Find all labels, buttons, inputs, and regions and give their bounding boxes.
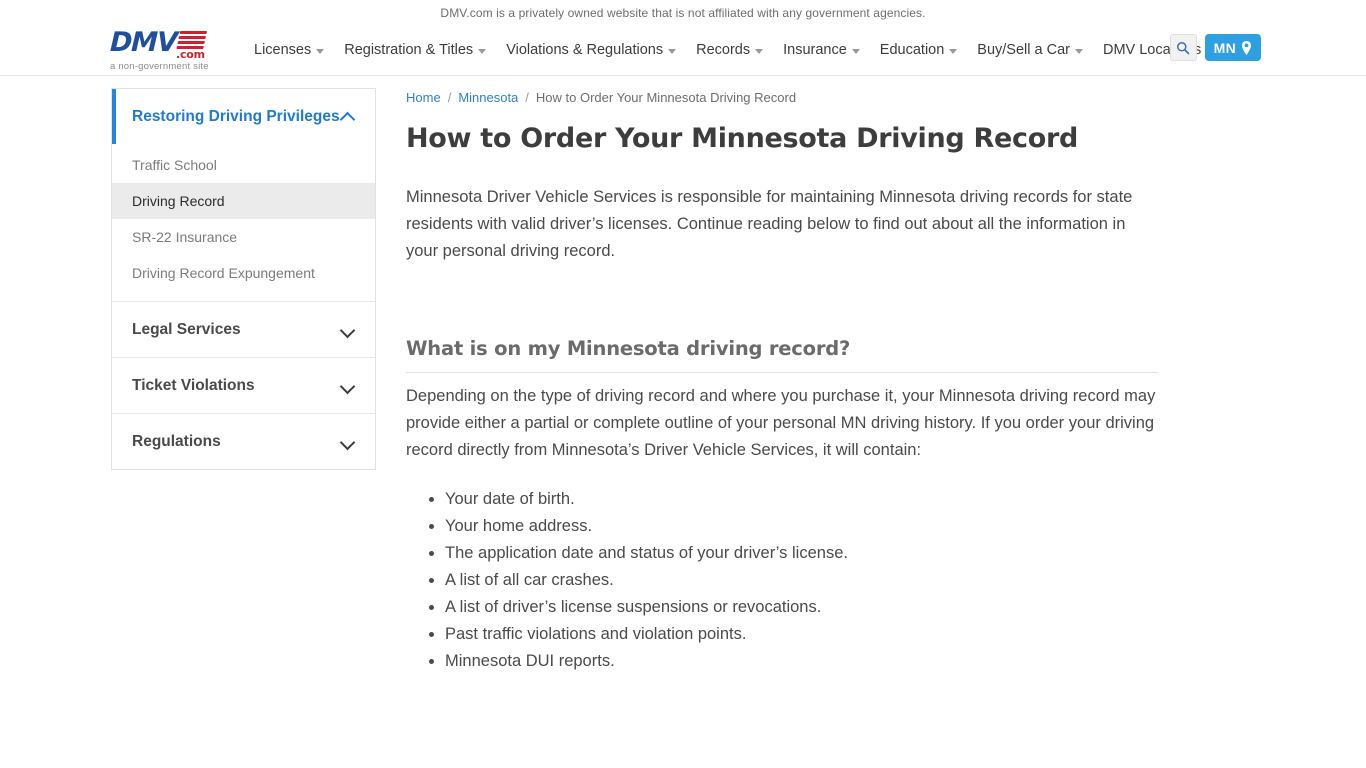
nav-item-records[interactable]: Records bbox=[686, 36, 773, 64]
nav-item-buy-sell-a-car[interactable]: Buy/Sell a Car bbox=[967, 36, 1093, 64]
list-item: Your date of birth. bbox=[445, 486, 1158, 513]
page-title: How to Order Your Minnesota Driving Reco… bbox=[406, 123, 1079, 154]
site-header: DMV .com a non-government site Licenses … bbox=[0, 25, 1366, 76]
disclaimer-bar: DMV.com is a privately owned website tha… bbox=[0, 0, 1366, 25]
sidebar-item-sr-22-insurance[interactable]: SR-22 Insurance bbox=[112, 219, 375, 255]
chevron-down-icon bbox=[1074, 48, 1083, 54]
nav-item-label: Registration & Titles bbox=[344, 42, 474, 58]
disclaimer-text: DMV.com is a privately owned website tha… bbox=[440, 5, 926, 20]
page-body: Restoring Driving Privileges Traffic Sch… bbox=[0, 76, 1366, 697]
chevron-down-icon bbox=[341, 323, 355, 337]
nav-item-label: Violations & Regulations bbox=[506, 42, 664, 58]
sidebar-section-header-regulations[interactable]: Regulations bbox=[112, 414, 375, 469]
nav-item-registration-titles[interactable]: Registration & Titles bbox=[334, 36, 496, 64]
sidebar-section-label: Restoring Driving Privileges bbox=[132, 107, 340, 125]
chevron-down-icon bbox=[478, 48, 487, 54]
section-paragraph: Depending on the type of driving record … bbox=[406, 387, 1156, 459]
breadcrumb-separator: / bbox=[447, 90, 452, 105]
chevron-down-icon bbox=[949, 48, 958, 54]
header-actions: MN bbox=[1169, 34, 1261, 61]
sidebar-section-header-ticket-violations[interactable]: Ticket Violations bbox=[112, 358, 375, 413]
sidebar-section-legal-services: Legal Services bbox=[112, 302, 375, 358]
sidebar-item-traffic-school[interactable]: Traffic School bbox=[112, 147, 375, 183]
search-button[interactable] bbox=[1169, 34, 1197, 61]
sidebar-section-label: Regulations bbox=[132, 432, 221, 450]
nav-item-violations-regulations[interactable]: Violations & Regulations bbox=[496, 36, 686, 64]
record-contents-list: Your date of birth. Your home address. T… bbox=[406, 486, 1158, 675]
main-content: Home / Minnesota / How to Order Your Min… bbox=[406, 88, 1158, 697]
dmv-logo[interactable]: DMV .com a non-government site bbox=[109, 27, 222, 73]
sidebar-section-label: Legal Services bbox=[132, 320, 241, 338]
nav-item-label: Licenses bbox=[254, 42, 312, 58]
sidebar-item-driving-record-expungement[interactable]: Driving Record Expungement bbox=[112, 255, 375, 291]
breadcrumb: Home / Minnesota / How to Order Your Min… bbox=[406, 90, 1158, 105]
logo-tagline: a non-government site bbox=[110, 61, 209, 72]
chevron-down-icon bbox=[668, 48, 677, 54]
breadcrumb-link-minnesota[interactable]: Minnesota bbox=[458, 90, 518, 105]
location-pin-icon bbox=[1241, 40, 1252, 55]
sidebar-nav: Restoring Driving Privileges Traffic Sch… bbox=[111, 88, 376, 470]
nav-item-insurance[interactable]: Insurance bbox=[773, 36, 870, 64]
sidebar-section-restoring-driving-privileges: Restoring Driving Privileges Traffic Sch… bbox=[112, 89, 375, 302]
main-nav: Licenses Registration & Titles Violation… bbox=[244, 36, 1211, 64]
logo-dotcom: .com bbox=[176, 48, 205, 61]
chevron-up-icon bbox=[341, 110, 355, 124]
nav-item-licenses[interactable]: Licenses bbox=[244, 36, 334, 64]
list-item: A list of driver’s license suspensions o… bbox=[445, 594, 1158, 621]
nav-item-label: Insurance bbox=[783, 42, 847, 58]
intro-paragraph: Minnesota Driver Vehicle Services is res… bbox=[406, 188, 1133, 260]
breadcrumb-current: How to Order Your Minnesota Driving Reco… bbox=[535, 90, 797, 105]
nav-item-label: Education bbox=[879, 42, 945, 58]
sidebar-links-restoring-driving-privileges: Traffic School Driving Record SR-22 Insu… bbox=[112, 144, 375, 301]
sidebar-section-regulations: Regulations bbox=[112, 414, 375, 469]
chevron-down-icon bbox=[341, 379, 355, 393]
sidebar-section-header-restoring-driving-privileges[interactable]: Restoring Driving Privileges bbox=[112, 89, 375, 144]
nav-item-label: Records bbox=[696, 42, 751, 58]
list-item: A list of all car crashes. bbox=[445, 567, 1158, 594]
breadcrumb-link-home[interactable]: Home bbox=[406, 90, 441, 105]
search-icon bbox=[1177, 41, 1190, 54]
state-selector-label: MN bbox=[1213, 39, 1236, 56]
chevron-down-icon bbox=[755, 48, 764, 54]
sidebar-section-ticket-violations: Ticket Violations bbox=[112, 358, 375, 414]
list-item: Your home address. bbox=[445, 513, 1158, 540]
list-item: The application date and status of your … bbox=[445, 540, 1158, 567]
nav-item-label: Buy/Sell a Car bbox=[977, 42, 1070, 58]
sidebar-section-header-legal-services[interactable]: Legal Services bbox=[112, 302, 375, 357]
logo-wordmark: DMV bbox=[109, 27, 178, 58]
state-selector-button[interactable]: MN bbox=[1204, 34, 1261, 61]
chevron-down-icon bbox=[851, 48, 860, 54]
sidebar-item-driving-record[interactable]: Driving Record bbox=[112, 183, 375, 219]
chevron-down-icon bbox=[341, 435, 355, 449]
list-item: Minnesota DUI reports. bbox=[445, 648, 1158, 675]
breadcrumb-separator: / bbox=[525, 90, 529, 105]
logo-main: DMV bbox=[109, 27, 222, 59]
list-item: Past traffic violations and violation po… bbox=[445, 621, 1158, 648]
section-heading: What is on my Minnesota driving record? bbox=[406, 337, 1158, 373]
chevron-down-icon bbox=[316, 48, 325, 54]
nav-item-education[interactable]: Education bbox=[870, 36, 968, 64]
sidebar-section-label: Ticket Violations bbox=[132, 376, 255, 394]
